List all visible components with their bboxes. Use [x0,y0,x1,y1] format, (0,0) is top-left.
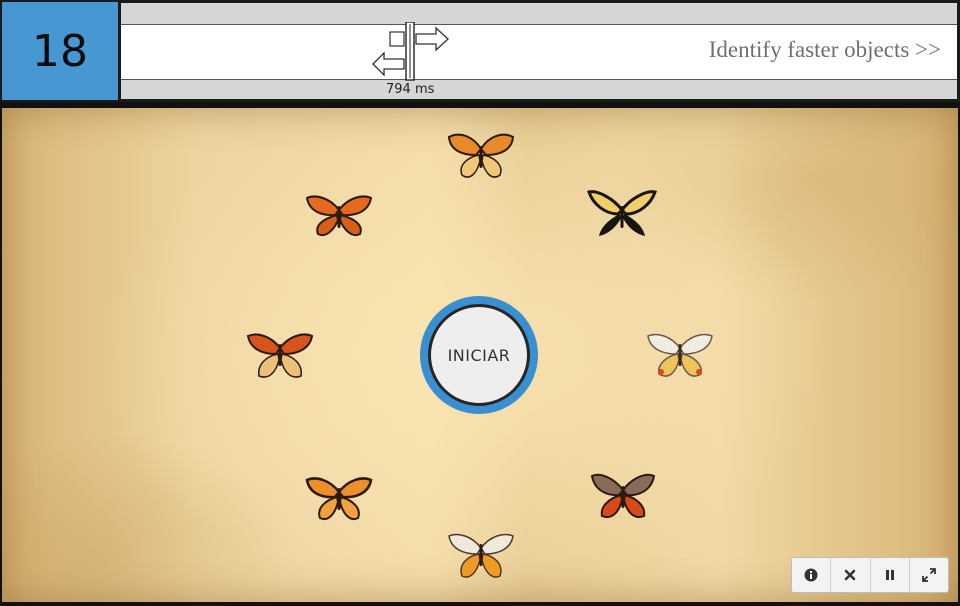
level-number: 18 [32,25,88,77]
butterfly-icon[interactable] [645,330,715,382]
game-board: INICIAR [2,108,958,602]
speed-controls[interactable] [370,22,460,82]
fullscreen-icon [921,568,936,582]
butterfly-icon[interactable] [446,530,516,582]
butterfly-icon[interactable] [245,330,315,382]
butterfly-icon[interactable] [446,131,516,183]
start-button-label: INICIAR [447,345,511,365]
speed-decrease-arrow-icon [372,51,405,77]
speed-increase-arrow-icon [415,26,449,52]
header-bar: 18 Identify faster objects >> 794 ms [0,0,960,102]
butterfly-icon[interactable] [304,190,374,242]
info-button[interactable] [792,558,832,592]
bottom-toolbar [791,557,949,593]
butterfly-icon[interactable] [588,470,658,522]
pause-icon [885,570,894,580]
speed-track: Identify faster objects >> [121,3,957,99]
close-button[interactable] [831,558,871,592]
level-indicator: 18 [2,2,118,100]
fullscreen-button[interactable] [910,558,948,592]
info-icon [804,568,818,582]
butterfly-icon[interactable] [587,188,657,240]
pause-button[interactable] [871,558,910,592]
start-button[interactable]: INICIAR [420,296,538,414]
speed-value-label: 794 ms [386,82,435,97]
butterfly-icon[interactable] [304,472,374,524]
close-icon [845,569,856,581]
speed-marker-square [389,31,405,47]
hint-text[interactable]: Identify faster objects >> [709,37,941,63]
